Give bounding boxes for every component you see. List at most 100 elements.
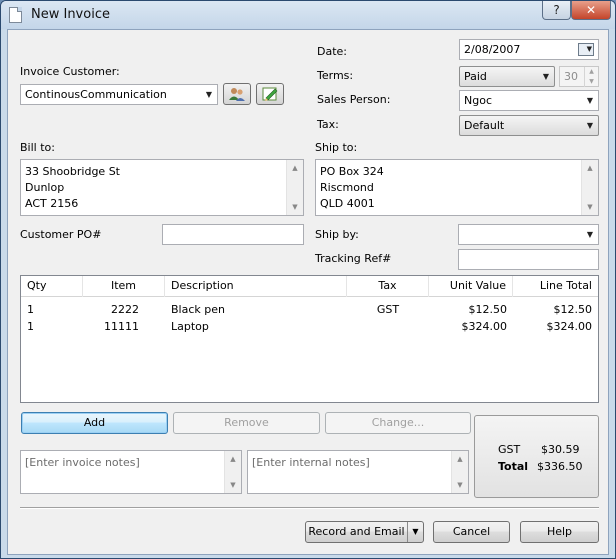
scroll-down-icon[interactable]: ▼ (287, 199, 303, 215)
change-button[interactable]: Change... (325, 412, 471, 434)
spin-down-icon[interactable]: ▼ (584, 77, 598, 87)
scroll-down-icon[interactable]: ▼ (452, 477, 468, 493)
chevron-down-icon: ▼ (586, 96, 594, 105)
gst-label: GST (498, 443, 521, 456)
scroll-up-icon[interactable]: ▲ (225, 451, 241, 467)
address-line: ACT 2156 (25, 197, 79, 210)
scroll-down-icon[interactable]: ▼ (225, 477, 241, 493)
add-button[interactable]: Add (21, 412, 168, 434)
ship-to-address[interactable]: PO Box 324 Riscmond QLD 4001 ▲ ▼ (315, 159, 599, 216)
tracking-input[interactable] (458, 249, 599, 270)
chevron-down-icon: ▼ (205, 90, 213, 99)
gst-value: $30.59 (541, 443, 580, 456)
cell-qty: 1 (27, 303, 34, 316)
ship-by-select[interactable]: ▼ (458, 224, 599, 245)
tax-label: Tax: (317, 118, 339, 131)
cell-line-total: $324.00 (546, 320, 593, 333)
chevron-down-icon: ▼ (586, 230, 594, 239)
remove-button[interactable]: Remove (173, 412, 320, 434)
customer-po-label: Customer PO# (20, 228, 102, 241)
cell-tax: GST (376, 303, 400, 316)
table-row[interactable]: 1 11111 Laptop $324.00 $324.00 (21, 318, 598, 335)
date-label: Date: (317, 45, 347, 58)
tax-select[interactable]: Default ▼ (459, 115, 599, 136)
customer-select[interactable]: ContinousCommunication ▼ (20, 84, 218, 105)
sales-person-value: Ngoc (464, 94, 492, 107)
dialog-body: Invoice Customer: ContinousCommunication… (7, 29, 609, 555)
document-icon (9, 7, 22, 23)
scrollbar[interactable]: ▲ ▼ (286, 160, 303, 215)
scroll-up-icon[interactable]: ▲ (287, 160, 303, 176)
table-row[interactable]: 1 2222 Black pen GST $12.50 $12.50 (21, 301, 598, 318)
terms-label: Terms: (317, 69, 354, 82)
cell-unit-value: $324.00 (461, 320, 508, 333)
scrollbar[interactable]: ▲ ▼ (224, 451, 241, 493)
customer-lookup-button[interactable] (223, 83, 251, 105)
chevron-down-icon: ▼ (542, 72, 550, 81)
cell-description: Laptop (171, 320, 209, 333)
chevron-down-icon[interactable]: ▼ (407, 522, 423, 542)
items-table[interactable]: Qty Item Description Tax Unit Value Line… (20, 275, 599, 403)
help-button[interactable]: Help (520, 521, 599, 543)
customer-value: ContinousCommunication (25, 88, 167, 101)
footer-divider (20, 507, 599, 509)
tax-value: Default (464, 119, 505, 132)
spin-up-icon[interactable]: ▲ (584, 67, 598, 77)
internal-notes-input[interactable]: [Enter internal notes] ▲ ▼ (247, 450, 469, 494)
cell-unit-value: $12.50 (468, 303, 508, 316)
scrollbar[interactable]: ▲ ▼ (581, 160, 598, 215)
record-and-email-button[interactable]: Record and Email ▼ (305, 521, 424, 543)
column-header-tax[interactable]: Tax (347, 276, 429, 297)
date-value: 2/08/2007 (464, 43, 521, 56)
cancel-button[interactable]: Cancel (433, 521, 510, 543)
address-line: PO Box 324 (320, 165, 384, 178)
cell-description: Black pen (171, 303, 225, 316)
scrollbar[interactable]: ▲ ▼ (451, 451, 468, 493)
total-label: Total (498, 460, 529, 473)
column-header-unit-value[interactable]: Unit Value (429, 276, 513, 297)
terms-days-value: 30 (564, 70, 578, 83)
date-picker[interactable]: 2/08/2007 ▼ (459, 39, 599, 60)
tracking-label: Tracking Ref# (315, 252, 392, 265)
totals-panel: GST $30.59 Total $336.50 (474, 415, 599, 498)
sales-person-label: Sales Person: (317, 93, 391, 106)
chevron-down-icon: ▼ (586, 121, 594, 130)
bill-to-label: Bill to: (20, 141, 55, 154)
customer-po-input[interactable] (162, 224, 304, 245)
cell-item: 2222 (111, 303, 139, 316)
cell-tax (347, 318, 429, 335)
calendar-icon[interactable]: ▼ (578, 43, 594, 56)
scroll-up-icon[interactable]: ▲ (582, 160, 598, 176)
customer-label: Invoice Customer: (20, 65, 120, 78)
address-line: Dunlop (25, 181, 65, 194)
terms-select[interactable]: Paid ▼ (459, 66, 555, 87)
sales-person-select[interactable]: Ngoc ▼ (459, 90, 599, 111)
customer-edit-button[interactable] (256, 83, 284, 105)
title-bar[interactable]: New Invoice ? ✕ (1, 1, 615, 29)
edit-pencil-icon (262, 87, 278, 101)
internal-notes-placeholder: [Enter internal notes] (252, 456, 370, 469)
cell-qty: 1 (27, 320, 34, 333)
terms-value: Paid (464, 70, 487, 83)
invoice-window: New Invoice ? ✕ Invoice Customer: Contin… (0, 0, 616, 559)
invoice-notes-input[interactable]: [Enter invoice notes] ▲ ▼ (20, 450, 242, 494)
close-button[interactable]: ✕ (571, 1, 611, 20)
address-line: 33 Shoobridge St (25, 165, 120, 178)
people-icon (229, 88, 245, 101)
help-title-button[interactable]: ? (542, 1, 571, 20)
ship-by-label: Ship by: (315, 228, 359, 241)
column-header-item[interactable]: Item (83, 276, 165, 297)
column-header-line-total[interactable]: Line Total (513, 276, 598, 297)
scroll-up-icon[interactable]: ▲ (452, 451, 468, 467)
column-header-qty[interactable]: Qty (21, 276, 83, 297)
cell-item: 11111 (104, 320, 139, 333)
scroll-down-icon[interactable]: ▼ (582, 199, 598, 215)
column-header-description[interactable]: Description (165, 276, 347, 297)
address-line: QLD 4001 (320, 197, 375, 210)
invoice-notes-placeholder: [Enter invoice notes] (25, 456, 140, 469)
items-table-header: Qty Item Description Tax Unit Value Line… (21, 276, 598, 297)
bill-to-address[interactable]: 33 Shoobridge St Dunlop ACT 2156 ▲ ▼ (20, 159, 304, 216)
cell-line-total: $12.50 (553, 303, 593, 316)
address-line: Riscmond (320, 181, 374, 194)
terms-days-stepper[interactable]: 30 ▲ ▼ (559, 66, 599, 87)
